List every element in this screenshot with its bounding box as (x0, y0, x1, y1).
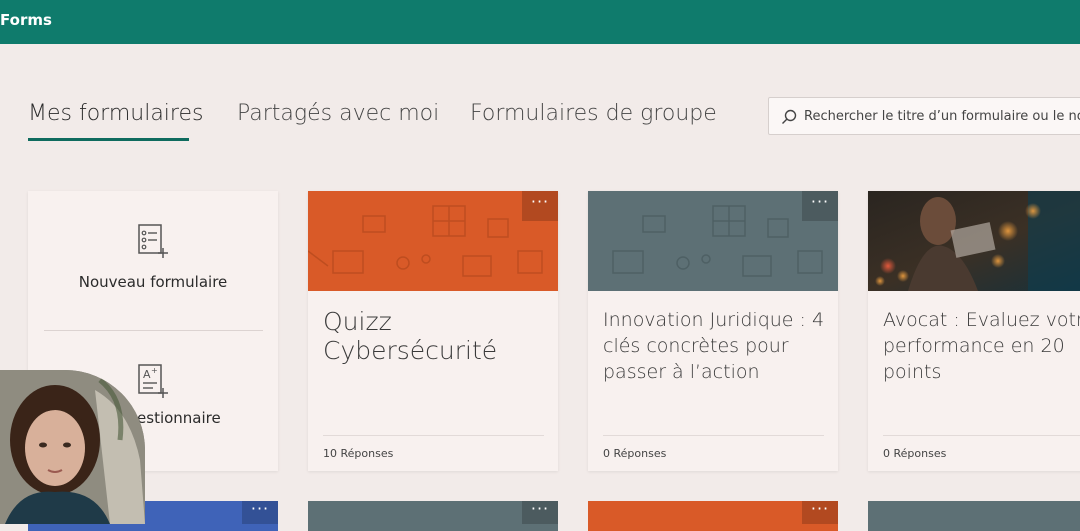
new-form-label: Nouveau formulaire (78, 273, 228, 291)
more-options-button[interactable]: ··· (802, 191, 838, 221)
search-box[interactable] (768, 97, 1080, 135)
svg-text:+: + (151, 366, 158, 375)
form-card[interactable] (868, 501, 1080, 531)
form-card[interactable]: ··· Quizz Cybersécurité 10 Réponses (308, 191, 558, 471)
new-form-button[interactable]: Nouveau formulaire (28, 221, 278, 341)
new-form-icon (138, 224, 168, 258)
top-bar: Forms (0, 0, 1080, 44)
more-options-button[interactable]: ··· (522, 501, 558, 524)
card-divider (323, 435, 544, 436)
search-input[interactable] (804, 98, 1080, 134)
more-options-button[interactable]: ··· (802, 501, 838, 524)
card-responses: 0 Réponses (603, 447, 667, 460)
new-quiz-icon: A + (138, 364, 168, 398)
form-card[interactable]: Avocat : Evaluez votre performance en 20… (868, 191, 1080, 471)
more-options-button[interactable]: ··· (522, 191, 558, 221)
card-title: Innovation Juridique : 4 clés concrètes … (603, 309, 825, 383)
tab-formulaires-de-groupe[interactable]: Formulaires de groupe (470, 101, 717, 126)
card-title: Avocat : Evaluez votre performance en 20… (883, 309, 1080, 383)
card-header-pattern (588, 191, 838, 291)
form-card[interactable]: ··· (588, 501, 838, 531)
tab-mes-formulaires[interactable]: Mes formulaires (28, 101, 203, 126)
panel-divider (44, 330, 263, 331)
card-responses: 0 Réponses (883, 447, 947, 460)
card-title: Quizz Cybersécurité (323, 307, 498, 365)
card-responses: 10 Réponses (323, 447, 394, 460)
svg-text:A: A (143, 368, 151, 381)
card-header-photo (868, 191, 1080, 291)
active-tab-underline (28, 138, 189, 141)
search-icon (782, 109, 797, 124)
card-divider (883, 435, 1080, 436)
card-header-pattern (308, 191, 558, 291)
app-title[interactable]: Forms (0, 11, 52, 29)
more-options-button[interactable]: ··· (242, 501, 278, 524)
form-card[interactable]: ··· Innovation Juridique : 4 clés concrè… (588, 191, 838, 471)
tab-partages-avec-moi[interactable]: Partagés avec moi (237, 101, 439, 126)
form-card[interactable]: ··· (308, 501, 558, 531)
card-divider (603, 435, 824, 436)
